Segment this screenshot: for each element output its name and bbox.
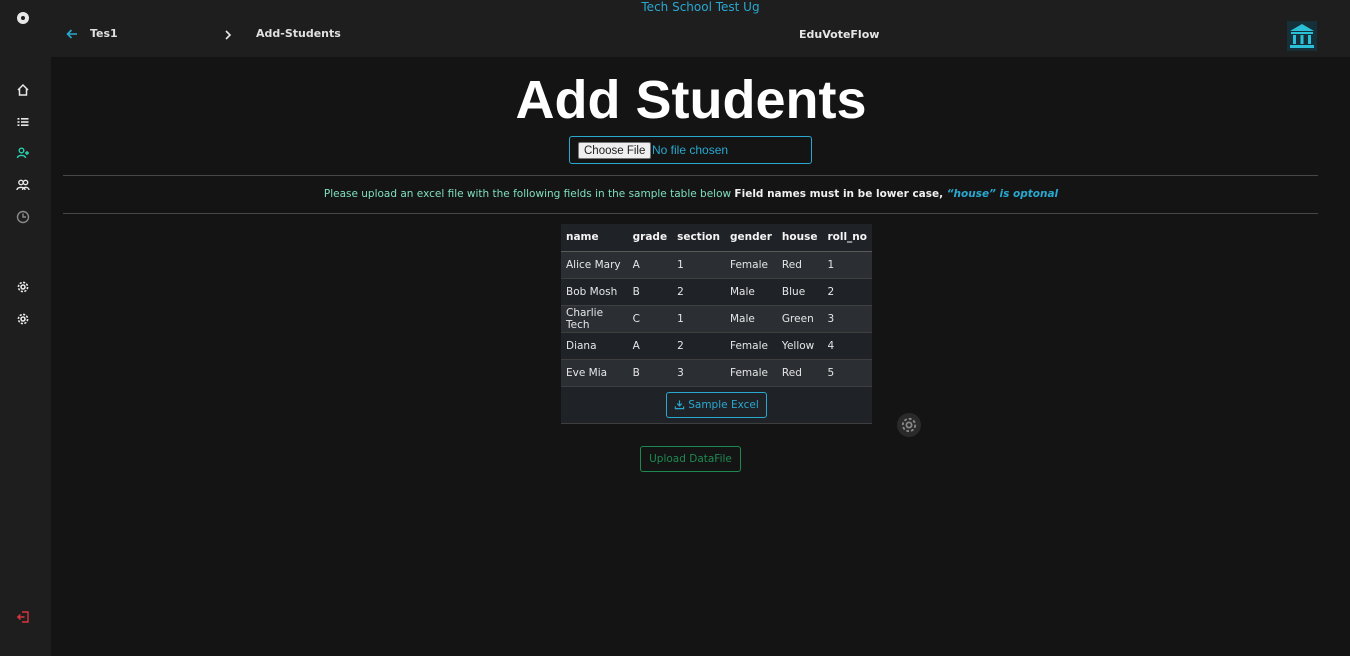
table-row: Charlie Tech C 1 Male Green 3 bbox=[561, 305, 872, 333]
table-cell: Red bbox=[776, 251, 823, 279]
table-cell: Female bbox=[724, 251, 777, 279]
home-icon[interactable] bbox=[14, 81, 32, 99]
users-icon[interactable] bbox=[14, 176, 32, 194]
table-cell: 3 bbox=[672, 359, 725, 387]
logout-icon[interactable] bbox=[14, 608, 32, 626]
file-input[interactable]: Choose File No file chosen bbox=[569, 136, 812, 164]
settings-gear-icon[interactable] bbox=[897, 413, 921, 437]
table-cell: 4 bbox=[822, 332, 872, 360]
page-title: Add Students bbox=[515, 70, 867, 130]
table-cell: Diana bbox=[561, 332, 628, 360]
gear-icon[interactable] bbox=[14, 310, 32, 328]
table-cell: Bob Mosh bbox=[561, 278, 628, 306]
table-cell: 5 bbox=[822, 359, 872, 387]
table-row: Diana A 2 Female Yellow 4 bbox=[561, 332, 872, 360]
app-title: EduVoteFlow bbox=[799, 28, 880, 41]
list-icon[interactable] bbox=[14, 113, 32, 131]
institution-logo-icon bbox=[1287, 21, 1317, 51]
file-status: No file chosen bbox=[652, 143, 729, 157]
sidebar bbox=[0, 0, 51, 656]
table-cell: B bbox=[627, 359, 673, 387]
table-cell: Yellow bbox=[776, 332, 823, 360]
main-content: Add Students Choose File No file chosen … bbox=[51, 57, 1350, 656]
table-cell: Red bbox=[776, 359, 823, 387]
table-cell: 1 bbox=[672, 251, 725, 279]
table-cell: Charlie Tech bbox=[561, 305, 628, 333]
instructions-emphasis: Field names must in be lower case, bbox=[734, 188, 947, 200]
table-cell: B bbox=[627, 278, 673, 306]
table-cell: Female bbox=[724, 332, 777, 360]
chevron-right-icon bbox=[223, 26, 233, 40]
table-cell: A bbox=[627, 332, 673, 360]
column-header: roll_no bbox=[822, 224, 872, 252]
table-cell: Green bbox=[776, 305, 823, 333]
sample-table: name grade section gender house roll_no … bbox=[561, 224, 872, 424]
column-header: gender bbox=[724, 224, 777, 252]
top-bar: Tech School Test Ug Tes1 Add-Students Ed… bbox=[51, 0, 1350, 57]
table-footer: Sample Excel bbox=[561, 387, 872, 424]
choose-file-button[interactable]: Choose File bbox=[578, 142, 652, 159]
table-header-row: name grade section gender house roll_no bbox=[561, 224, 872, 252]
table-cell: 2 bbox=[822, 278, 872, 306]
table-row: Eve Mia B 3 Female Red 5 bbox=[561, 359, 872, 387]
add-user-icon[interactable] bbox=[14, 144, 32, 162]
breadcrumb-item-1[interactable]: Tes1 bbox=[90, 27, 118, 40]
table-cell: 1 bbox=[822, 251, 872, 279]
table-row: Alice Mary A 1 Female Red 1 bbox=[561, 251, 872, 279]
sample-excel-label: Sample Excel bbox=[688, 398, 759, 411]
instructions-text: Please upload an excel file with the fol… bbox=[323, 188, 735, 200]
back-arrow-icon[interactable] bbox=[65, 26, 79, 40]
gear-icon[interactable] bbox=[14, 278, 32, 296]
table-cell: 1 bbox=[672, 305, 725, 333]
school-name: Tech School Test Ug bbox=[641, 0, 760, 14]
sample-excel-button[interactable]: Sample Excel bbox=[666, 391, 767, 418]
table-cell: 3 bbox=[822, 305, 872, 333]
table-cell: Male bbox=[724, 278, 777, 306]
table-cell: 2 bbox=[672, 278, 725, 306]
table-cell: Male bbox=[724, 305, 777, 333]
table-cell: C bbox=[627, 305, 673, 333]
clock-pie-icon[interactable] bbox=[14, 208, 32, 226]
column-header: section bbox=[672, 224, 725, 252]
instructions-note: “house” is optonal bbox=[946, 188, 1059, 200]
divider bbox=[63, 213, 1318, 214]
upload-datafile-button[interactable]: Upload DataFile bbox=[640, 446, 741, 472]
column-header: grade bbox=[627, 224, 673, 252]
table-cell: Eve Mia bbox=[561, 359, 628, 387]
instructions: Please upload an excel file with the fol… bbox=[51, 187, 1331, 201]
divider bbox=[63, 175, 1318, 176]
table-cell: Female bbox=[724, 359, 777, 387]
table-cell: 2 bbox=[672, 332, 725, 360]
table-cell: Alice Mary bbox=[561, 251, 628, 279]
download-icon bbox=[675, 400, 685, 410]
column-header: house bbox=[776, 224, 823, 252]
table-cell: A bbox=[627, 251, 673, 279]
table-row: Bob Mosh B 2 Male Blue 2 bbox=[561, 278, 872, 306]
menu-circle-icon[interactable] bbox=[14, 9, 32, 27]
breadcrumb-item-2: Add-Students bbox=[256, 27, 341, 40]
column-header: name bbox=[561, 224, 628, 252]
table-cell: Blue bbox=[776, 278, 823, 306]
